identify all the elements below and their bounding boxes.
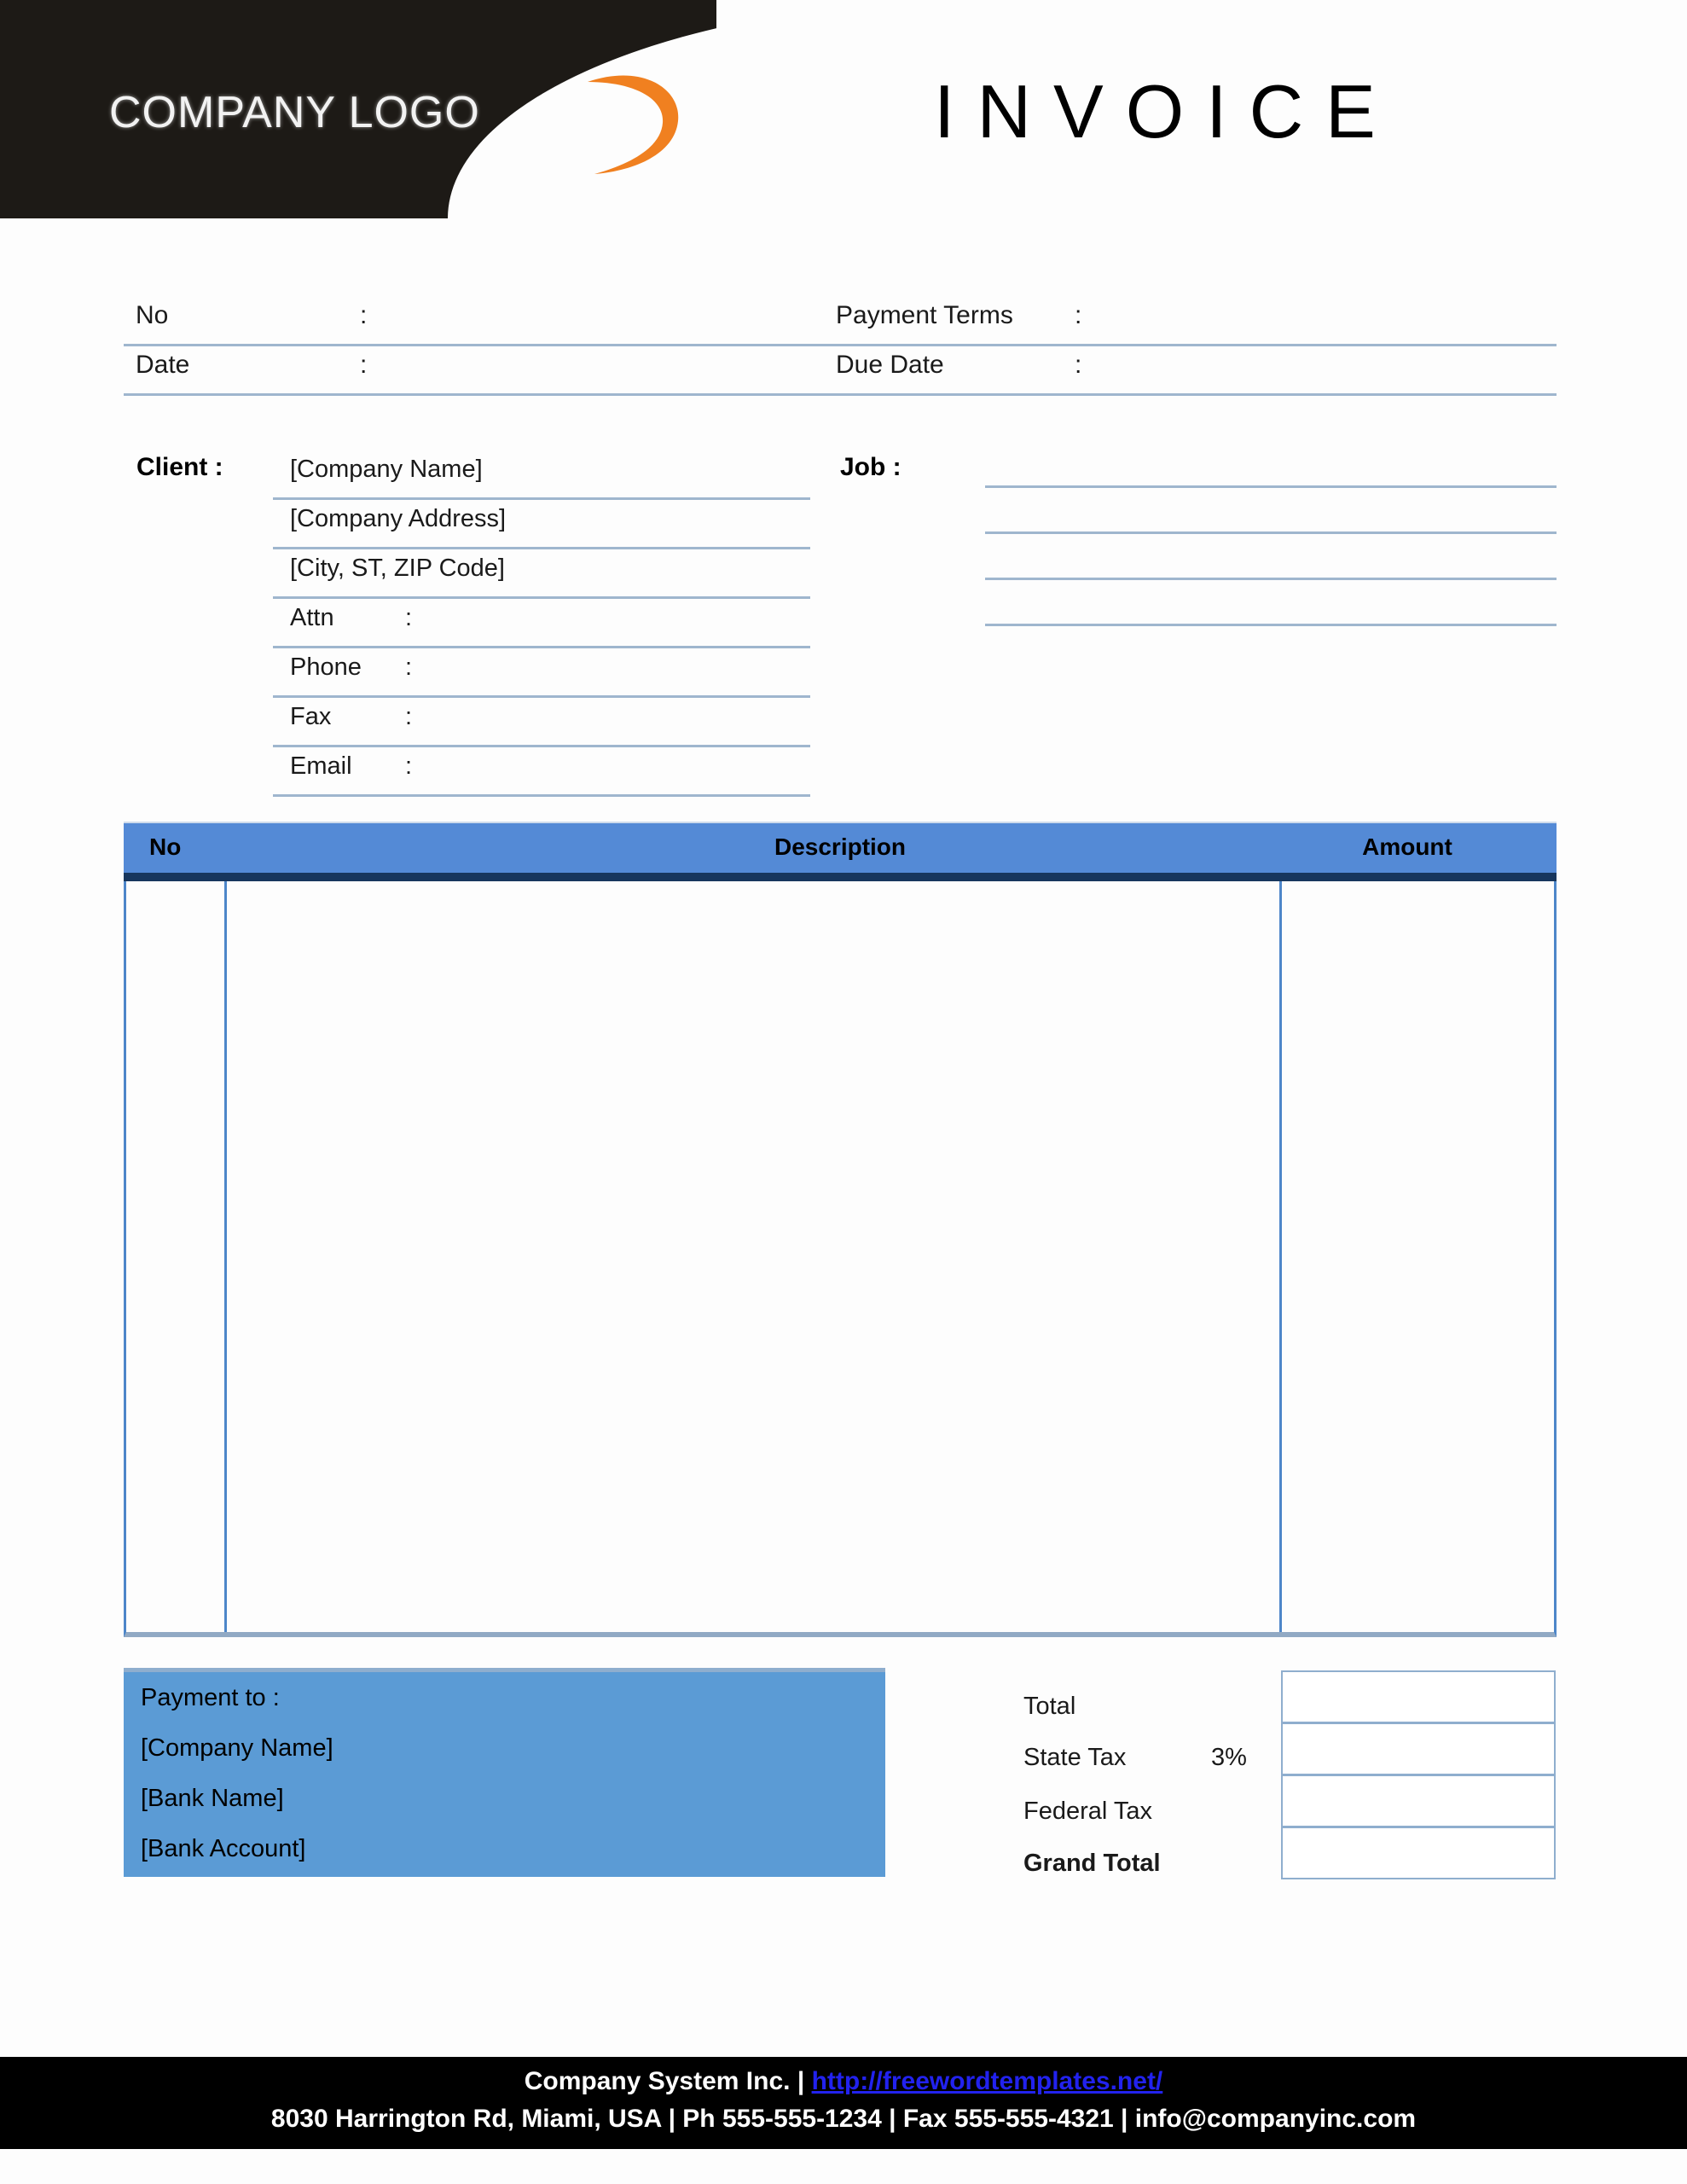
label-no: No [136,301,169,329]
footer-company-line: Company System Inc. | http://freewordtem… [0,2067,1687,2096]
client-company-address-text: [Company Address] [290,505,507,532]
colon-date: : [360,351,368,379]
job-field-line-3[interactable] [985,531,1557,580]
swoosh-icon [588,75,679,174]
grand-total-label: Grand Total [1023,1850,1161,1877]
client-field-phone[interactable]: Phone : [273,646,810,698]
client-email-label: Email [290,752,352,780]
client-field-attn[interactable]: Attn : [273,596,810,648]
colon-payment-terms: : [1075,301,1082,329]
client-email-colon: : [405,752,413,780]
footer-band: Company System Inc. | http://freewordtem… [0,2057,1687,2149]
client-city-state-zip-text: [City, ST, ZIP Code] [290,555,505,582]
client-field-fax[interactable]: Fax : [273,695,810,747]
label-payment-terms: Payment Terms [836,301,1013,329]
client-phone-label: Phone [290,653,362,681]
colon-no: : [360,301,368,329]
job-label: Job : [840,453,901,481]
federal-tax-label: Federal Tax [1023,1798,1152,1825]
client-company-name-text: [Company Name] [290,456,483,483]
state-tax-label: State Tax [1023,1744,1127,1771]
total-label: Total [1023,1693,1076,1720]
payment-bank-account: [Bank Account] [141,1835,306,1862]
client-phone-colon: : [405,653,413,681]
column-divider-description-amount [1279,881,1282,1632]
job-field-line-4[interactable] [985,578,1557,626]
column-header-amount: Amount [1362,834,1452,860]
client-attn-label: Attn [290,604,334,631]
client-field-city-state-zip[interactable]: [City, ST, ZIP Code] [273,547,810,599]
payment-bank-name: [Bank Name] [141,1785,284,1812]
job-field-line-1[interactable] [985,439,1557,488]
client-fax-label: Fax [290,703,332,730]
client-label: Client : [136,453,223,481]
line-items-table-header: No Description Amount [124,822,1557,881]
label-date: Date [136,351,190,379]
company-logo: COMPANY LOGO [109,68,679,179]
label-due-date: Due Date [836,351,944,379]
footer-website-link[interactable]: http://freewordtemplates.net/ [812,2067,1163,2095]
client-fax-colon: : [405,703,413,730]
total-value-box[interactable] [1281,1670,1556,1723]
footer-separator: | [797,2067,812,2095]
page-title: INVOICE [934,69,1398,154]
payment-to-label: Payment to : [141,1684,280,1711]
federal-tax-value-box[interactable] [1281,1774,1556,1827]
invoice-page: COMPANY LOGO INVOICE No : Payment Terms … [0,0,1687,2184]
state-tax-rate: 3% [1211,1744,1247,1771]
grand-total-value-box[interactable] [1281,1827,1556,1879]
colon-due-date: : [1075,351,1082,379]
line-items-table-body[interactable] [124,881,1557,1637]
payment-company-name: [Company Name] [141,1734,333,1762]
meta-row-no-payment-terms: No : Payment Terms : [124,294,1557,346]
footer-company-name: Company System Inc. [524,2067,797,2095]
client-attn-colon: : [405,604,413,631]
column-divider-no-description [224,881,227,1632]
state-tax-value-box[interactable] [1281,1722,1556,1775]
header-band: COMPANY LOGO INVOICE [0,0,1687,226]
job-field-line-2[interactable] [985,485,1557,534]
client-field-company-name[interactable]: [Company Name] [273,448,810,500]
line-items-table: No Description Amount [124,822,1557,1637]
footer-contact-line: 8030 Harrington Rd, Miami, USA | Ph 555-… [270,2105,1417,2133]
client-field-company-address[interactable]: [Company Address] [273,497,810,549]
company-logo-text: COMPANY LOGO [109,88,480,137]
client-field-email[interactable]: Email : [273,745,810,797]
payment-details-box: Payment to : [Company Name] [Bank Name] … [124,1668,885,1877]
meta-row-date-due-date: Date : Due Date : [124,344,1557,396]
